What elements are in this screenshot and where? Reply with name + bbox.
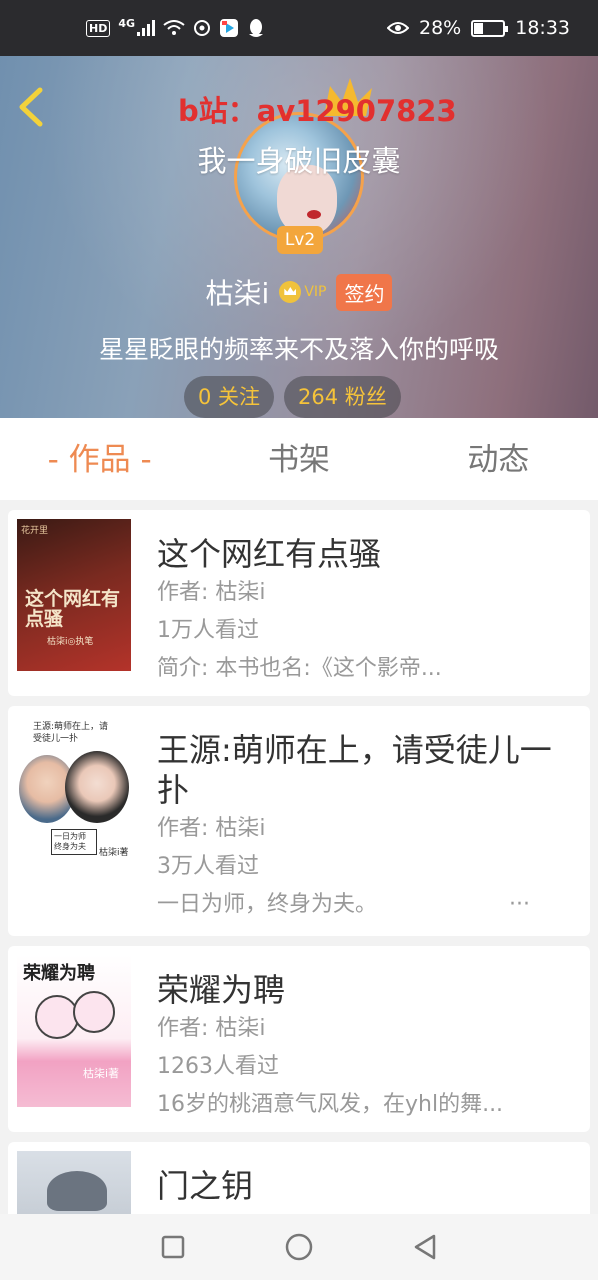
- cover-character-right: [65, 751, 129, 823]
- book-views: 3万人看过: [157, 854, 259, 879]
- cover-author-text: 枯柒i◎执笔: [47, 637, 94, 647]
- book-cover: 王源:萌师在上，请受徒儿一扑 一日为师 终身为夫 枯柒i著: [17, 715, 131, 867]
- book-info: 门之钥: [157, 1166, 570, 1206]
- follow-stats: 0 关注 264 粉丝: [184, 376, 401, 418]
- battery-level-fill: [474, 22, 483, 34]
- cover-author-text: 枯柒i著: [99, 848, 129, 858]
- cover-note-text: 一日为师 终身为夫: [51, 829, 97, 855]
- book-card[interactable]: 门之钥: [8, 1142, 590, 1214]
- system-nav-bar: [0, 1214, 598, 1280]
- name-row: 枯柒i VIP 签约: [0, 272, 598, 312]
- hotspot-icon: [194, 20, 211, 36]
- cover-title-text: 荣耀为聘: [23, 963, 95, 984]
- cover-bunny-right: [73, 991, 115, 1033]
- cover-bunny-left: [35, 995, 79, 1039]
- avatar-lip: [307, 210, 321, 219]
- book-card[interactable]: 花开里 这个网红有点骚 枯柒i◎执笔 这个网红有点骚 作者: 枯柒i 1万人看过…: [8, 510, 590, 696]
- level-badge: Lv2: [277, 226, 323, 254]
- summary-ellipsis: ···: [509, 892, 530, 917]
- cover-title-text: 王源:萌师在上，请受徒儿一扑: [33, 722, 109, 744]
- status-right: 28% 18:33: [387, 17, 570, 39]
- recents-button[interactable]: [158, 1232, 188, 1262]
- triangle-back-icon: [414, 1234, 436, 1260]
- book-info: 荣耀为聘 作者: 枯柒i 1263人看过 16岁的桃酒意气风发，在yhl的舞..…: [157, 970, 570, 1124]
- wifi-icon: [163, 20, 185, 35]
- chevron-left-icon: [19, 87, 43, 127]
- book-title: 门之钥: [157, 1167, 254, 1205]
- signal-icon: [137, 20, 156, 36]
- battery-percent: 28%: [419, 17, 462, 39]
- book-info: 王源:萌师在上，请受徒儿一扑 作者: 枯柒i 3万人看过 一日为师，终身为夫。 …: [157, 730, 570, 924]
- book-summary: 简介: 本书也名:《这个影帝...: [157, 656, 442, 681]
- tab-bookshelf[interactable]: 书架: [199, 418, 398, 500]
- vip-badge: VIP: [279, 281, 326, 303]
- qq-icon: [249, 19, 264, 37]
- bio-text: 星星眨眼的频率来不及落入你的呼吸: [98, 335, 499, 364]
- vip-label: VIP: [304, 284, 327, 300]
- followers-button[interactable]: 264 粉丝: [284, 376, 401, 418]
- book-list: 花开里 这个网红有点骚 枯柒i◎执笔 这个网红有点骚 作者: 枯柒i 1万人看过…: [0, 500, 598, 1214]
- book-views: 1万人看过: [157, 618, 259, 643]
- book-summary: 一日为师，终身为夫。: [157, 892, 378, 917]
- book-summary: 16岁的桃酒意气风发，在yhl的舞...: [157, 1092, 504, 1117]
- status-left: HD 4G: [86, 16, 265, 38]
- tab-activity[interactable]: 动态: [399, 418, 598, 500]
- cover-corner-text: 花开里: [21, 526, 49, 536]
- back-button[interactable]: [12, 82, 52, 132]
- book-summary-row: 一日为师，终身为夫。 ···: [157, 886, 570, 924]
- cover-title-text: 这个网红有点骚: [25, 588, 121, 630]
- following-button[interactable]: 0 关注: [184, 376, 275, 418]
- nickname: 枯柒i: [205, 277, 270, 310]
- signed-badge: 签约: [336, 273, 393, 311]
- cover-figure: [47, 1171, 107, 1211]
- square-icon: [161, 1235, 185, 1259]
- clock: 18:33: [515, 17, 570, 39]
- book-card[interactable]: 荣耀为聘 枯柒i著 荣耀为聘 作者: 枯柒i 1263人看过 16岁的桃酒意气风…: [8, 946, 590, 1132]
- eye-comfort-icon: [387, 22, 409, 34]
- book-cover: 花开里 这个网红有点骚 枯柒i◎执笔: [17, 519, 131, 671]
- book-views: 1263人看过: [157, 1054, 279, 1079]
- status-bar: HD 4G 28% 18:33: [0, 0, 598, 56]
- watermark-text: b站：av12907823: [178, 94, 457, 128]
- home-button[interactable]: [284, 1232, 314, 1262]
- book-author: 作者: 枯柒i: [157, 816, 266, 841]
- book-title: 这个网红有点骚: [157, 535, 382, 573]
- book-cover: 荣耀为聘 枯柒i著: [17, 955, 131, 1107]
- back-nav-button[interactable]: [410, 1232, 440, 1262]
- book-title: 荣耀为聘: [157, 971, 286, 1009]
- book-cover: [17, 1151, 131, 1214]
- book-author: 作者: 枯柒i: [157, 580, 266, 605]
- video-app-icon: [220, 19, 239, 37]
- book-title: 王源:萌师在上，请受徒儿一扑: [157, 731, 552, 809]
- profile-header: HD 4G 28% 18:33 Lv2 b站：av12907823 我一身破旧皮…: [0, 0, 598, 418]
- vip-crown-icon: [279, 281, 302, 303]
- book-author: 作者: 枯柒i: [157, 1016, 266, 1041]
- overlay-subtitle: 我一身破旧皮囊: [197, 144, 401, 178]
- tab-bar: - 作品 - 书架 动态: [0, 418, 598, 500]
- network-label: 4G: [118, 16, 136, 30]
- book-info: 这个网红有点骚 作者: 枯柒i 1万人看过 简介: 本书也名:《这个影帝...: [157, 534, 570, 688]
- tab-works[interactable]: - 作品 -: [0, 418, 199, 500]
- circle-icon: [285, 1233, 313, 1261]
- cover-author-text: 枯柒i著: [83, 1067, 120, 1080]
- battery-icon: [471, 19, 509, 37]
- book-card[interactable]: 王源:萌师在上，请受徒儿一扑 一日为师 终身为夫 枯柒i著 王源:萌师在上，请受…: [8, 706, 590, 936]
- hd-indicator: HD: [86, 19, 111, 37]
